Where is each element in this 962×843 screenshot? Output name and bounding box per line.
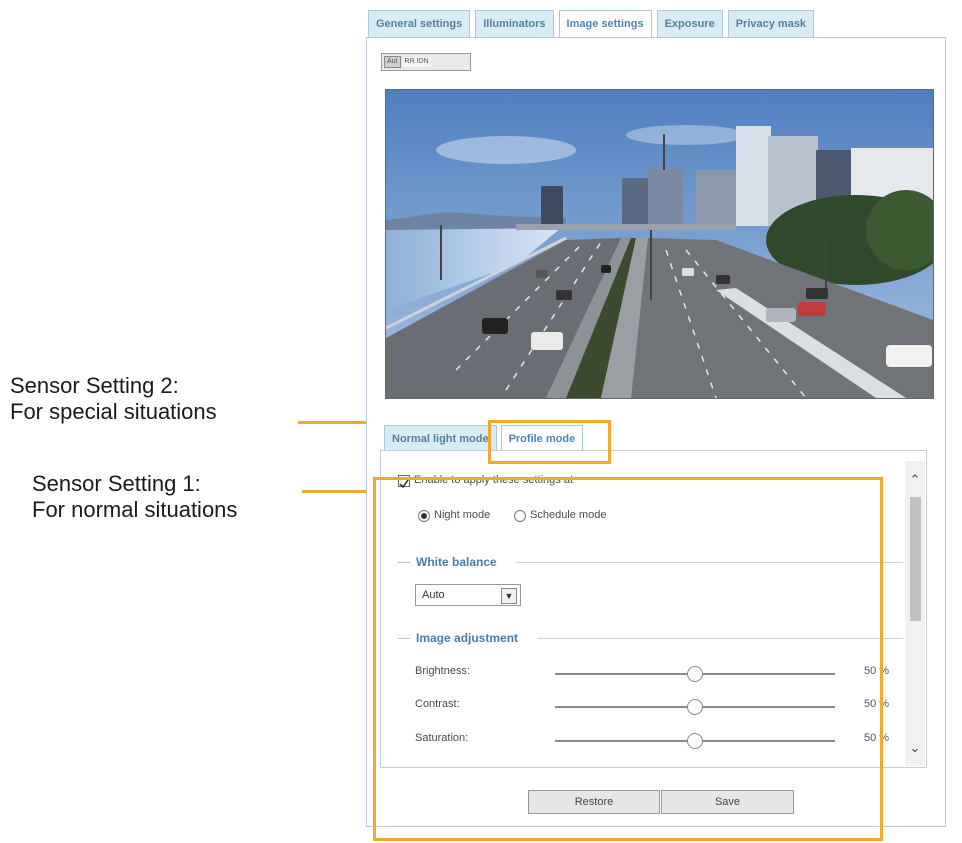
- saturation-label: Saturation:: [415, 732, 469, 744]
- night-mode-label: Night mode: [434, 509, 491, 521]
- brightness-value: 50 %: [864, 665, 890, 677]
- white-balance-section: White balance: [398, 555, 903, 569]
- view-mode-left[interactable]: Aut: [384, 56, 401, 68]
- saturation-slider-knob[interactable]: [687, 733, 703, 749]
- tab-normal-light-mode[interactable]: Normal light mode: [384, 425, 497, 453]
- contrast-label: Contrast:: [415, 698, 460, 710]
- settings-tabs: General settings Illuminators Image sett…: [368, 10, 815, 38]
- live-view-image: [385, 89, 934, 399]
- save-button[interactable]: Save: [661, 790, 794, 814]
- image-adjustment-title: Image adjustment: [416, 631, 519, 645]
- tab-profile-mode[interactable]: Profile mode: [500, 425, 584, 453]
- callout-sensor-setting-2-desc: For special situations: [10, 399, 217, 424]
- scroll-up-icon[interactable]: ⌃: [908, 473, 922, 487]
- view-mode-toggle[interactable]: Aut RR IDN: [381, 53, 471, 71]
- white-balance-title: White balance: [416, 555, 497, 569]
- checkmark-icon: [399, 479, 409, 489]
- scroll-thumb[interactable]: [910, 497, 921, 621]
- tab-privacy-mask[interactable]: Privacy mask: [727, 10, 815, 38]
- view-mode-right[interactable]: RR IDN: [402, 57, 431, 67]
- white-balance-select[interactable]: Auto ▼: [415, 584, 521, 606]
- tab-general-settings[interactable]: General settings: [368, 10, 471, 38]
- contrast-slider-knob[interactable]: [687, 699, 703, 715]
- image-adjustment-section: Image adjustment: [398, 631, 903, 645]
- light-mode-tabs: Normal light mode Profile mode: [384, 425, 584, 453]
- schedule-mode-radio[interactable]: [514, 510, 526, 522]
- callout-sensor-setting-1-title: Sensor Setting 1:: [32, 471, 201, 496]
- scroll-down-icon[interactable]: ⌄: [908, 741, 922, 755]
- contrast-value: 50 %: [864, 698, 890, 710]
- callout-sensor-setting-2: Sensor Setting 2: For special situations: [10, 373, 217, 425]
- tab-illuminators[interactable]: Illuminators: [475, 10, 554, 38]
- enable-profile-label: Enable to apply these settings at: [414, 474, 573, 486]
- callout-sensor-setting-1-desc: For normal situations: [32, 497, 238, 522]
- settings-scrollbar[interactable]: ⌃ ⌄: [905, 461, 925, 766]
- night-mode-radio[interactable]: [418, 510, 430, 522]
- profile-settings-box: [380, 450, 927, 768]
- schedule-mode-label: Schedule mode: [530, 509, 607, 521]
- brightness-slider-knob[interactable]: [687, 666, 703, 682]
- brightness-label: Brightness:: [415, 665, 471, 677]
- callout-sensor-setting-1: Sensor Setting 1: For normal situations: [32, 471, 237, 523]
- chevron-down-icon[interactable]: ▼: [501, 588, 517, 604]
- restore-button[interactable]: Restore: [528, 790, 660, 814]
- enable-profile-checkbox[interactable]: [398, 475, 410, 489]
- callout-sensor-setting-2-title: Sensor Setting 2:: [10, 373, 179, 398]
- tab-exposure[interactable]: Exposure: [656, 10, 723, 38]
- tab-image-settings[interactable]: Image settings: [558, 10, 652, 38]
- white-balance-value: Auto: [422, 589, 445, 601]
- saturation-value: 50 %: [864, 732, 890, 744]
- highway-cityscape-picture: [386, 90, 933, 398]
